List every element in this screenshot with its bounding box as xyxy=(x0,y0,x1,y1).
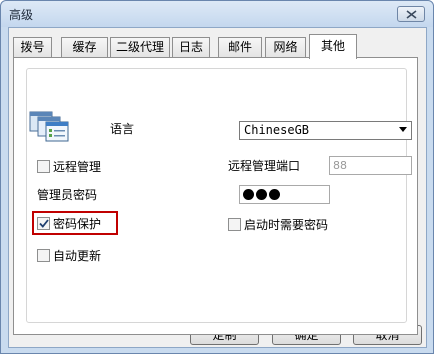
language-label: 语言 xyxy=(110,122,135,136)
advanced-dialog: 高级 拨号 缓存 二级代理 日志 邮件 网络 其他 语言 ChineseGB 远… xyxy=(0,0,434,354)
close-icon xyxy=(406,9,416,19)
checkbox-box xyxy=(228,217,241,231)
checkbox-box xyxy=(37,248,50,262)
checkbox-box-checked xyxy=(37,216,50,230)
auto-update-checkbox[interactable]: 自动更新 xyxy=(37,247,101,263)
title-bar[interactable]: 高级 xyxy=(1,1,433,27)
chevron-down-icon xyxy=(399,127,407,132)
remote-port-value: 88 xyxy=(333,159,347,172)
close-button[interactable] xyxy=(397,6,425,22)
window-title: 高级 xyxy=(9,8,34,22)
remote-port-label: 远程管理端口 xyxy=(228,159,301,173)
startup-password-checkbox[interactable]: 启动时需要密码 xyxy=(228,216,328,232)
tab-log[interactable]: 日志 xyxy=(172,37,210,58)
tab-dial[interactable]: 拨号 xyxy=(13,37,52,58)
auto-update-label: 自动更新 xyxy=(53,248,102,263)
dialog-body: 拨号 缓存 二级代理 日志 邮件 网络 其他 语言 ChineseGB 远程管理… xyxy=(8,27,427,348)
password-mask xyxy=(243,189,280,200)
remote-port-input[interactable]: 88 xyxy=(329,156,412,175)
startup-password-label: 启动时需要密码 xyxy=(244,217,329,232)
app-windows-icon xyxy=(29,111,69,142)
tab-panel-other: 语言 ChineseGB 远程管理 远程管理端口 88 管理员密码 密码保护 启… xyxy=(13,57,418,335)
language-value: ChineseGB xyxy=(244,123,310,137)
tab-cache[interactable]: 缓存 xyxy=(61,37,108,58)
tab-network[interactable]: 网络 xyxy=(265,37,306,58)
tab-secondary-proxy[interactable]: 二级代理 xyxy=(110,37,170,58)
tab-mail[interactable]: 邮件 xyxy=(218,37,262,58)
admin-password-input[interactable] xyxy=(239,185,330,204)
language-select[interactable]: ChineseGB xyxy=(239,121,412,140)
password-protect-label: 密码保护 xyxy=(53,216,102,231)
password-protect-checkbox[interactable]: 密码保护 xyxy=(37,215,101,231)
admin-password-label: 管理员密码 xyxy=(37,188,98,202)
remote-manage-label: 远程管理 xyxy=(53,159,102,174)
checkbox-box xyxy=(37,159,50,173)
remote-manage-checkbox[interactable]: 远程管理 xyxy=(37,158,101,174)
tab-other[interactable]: 其他 xyxy=(309,34,357,59)
check-icon xyxy=(38,218,49,228)
